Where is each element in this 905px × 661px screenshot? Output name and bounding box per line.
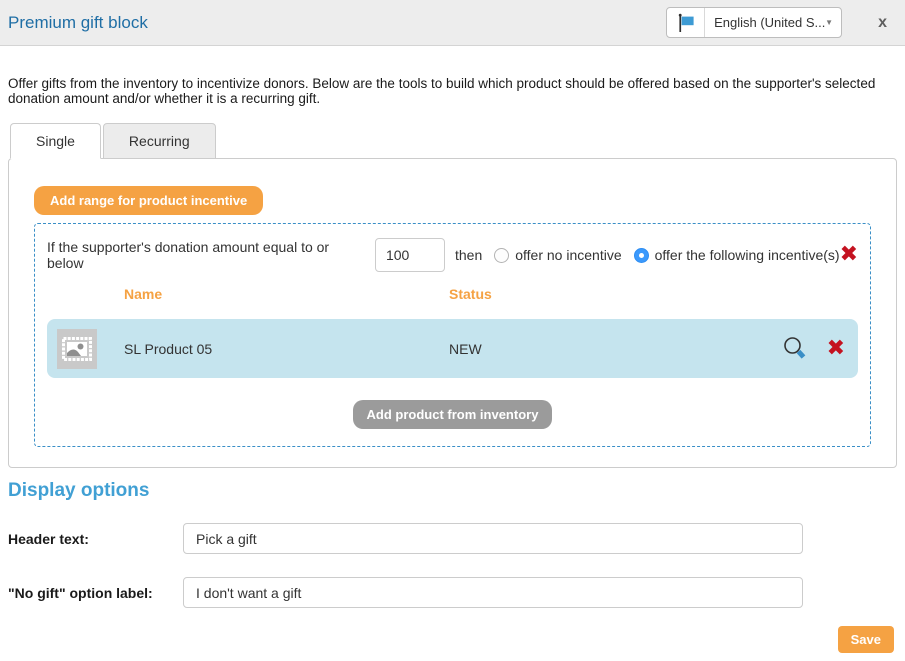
column-header-status: Status xyxy=(449,286,492,302)
premium-gift-block-modal: Premium gift block English (United S... … xyxy=(0,0,905,661)
product-status: NEW xyxy=(449,341,482,357)
rule-condition-row: If the supporter's donation amount equal… xyxy=(47,238,858,272)
add-range-button[interactable]: Add range for product incentive xyxy=(34,186,263,215)
rule-condition-prefix: If the supporter's donation amount equal… xyxy=(47,239,365,271)
product-image-placeholder-icon xyxy=(57,329,97,369)
remove-rule-icon: ✖ xyxy=(840,242,858,267)
language-selected-value: English (United S... xyxy=(705,8,825,37)
tab-single[interactable]: Single xyxy=(10,123,101,159)
chevron-down-icon: ▼ xyxy=(825,8,841,37)
product-table-header: Name Status xyxy=(47,286,858,302)
preview-product-button[interactable] xyxy=(781,335,809,363)
display-options-heading: Display options xyxy=(8,480,897,502)
header-text-input[interactable] xyxy=(183,523,803,554)
radio-offer-following-incentives[interactable] xyxy=(634,248,649,263)
remove-product-icon: ✖ xyxy=(827,336,845,361)
radio-label-following-incentives[interactable]: offer the following incentive(s) xyxy=(655,247,840,263)
magnifier-icon xyxy=(781,351,809,366)
description-text: Offer gifts from the inventory to incent… xyxy=(8,76,897,106)
remove-product-button[interactable]: ✖ xyxy=(827,338,845,360)
no-gift-option-label: "No gift" option label: xyxy=(8,585,183,601)
no-gift-label-row: "No gift" option label: xyxy=(8,577,897,608)
close-icon: x xyxy=(878,14,887,31)
header-text-row: Header text: xyxy=(8,523,897,554)
flag-icon xyxy=(667,8,705,37)
radio-label-no-incentive[interactable]: offer no incentive xyxy=(515,247,621,263)
tab-bar: Single Recurring xyxy=(10,123,897,158)
single-tab-panel: Add range for product incentive If the s… xyxy=(8,158,897,468)
page-title: Premium gift block xyxy=(8,13,148,33)
no-gift-option-input[interactable] xyxy=(183,577,803,608)
remove-rule-button[interactable]: ✖ xyxy=(840,244,858,266)
incentive-rule-box: If the supporter's donation amount equal… xyxy=(34,223,871,447)
product-name: SL Product 05 xyxy=(124,341,449,357)
rule-then-label: then xyxy=(455,247,482,263)
save-button[interactable]: Save xyxy=(838,626,894,653)
add-product-button[interactable]: Add product from inventory xyxy=(353,400,553,429)
product-row[interactable]: SL Product 05 NEW ✖ xyxy=(47,319,858,378)
tab-recurring[interactable]: Recurring xyxy=(103,123,216,159)
header-text-label: Header text: xyxy=(8,531,183,547)
modal-header: Premium gift block English (United S... … xyxy=(0,0,905,46)
language-select[interactable]: English (United S... ▼ xyxy=(666,7,842,38)
close-button[interactable]: x xyxy=(872,12,893,34)
donation-amount-input[interactable] xyxy=(375,238,445,272)
radio-offer-no-incentive[interactable] xyxy=(494,248,509,263)
column-header-name: Name xyxy=(124,286,449,302)
